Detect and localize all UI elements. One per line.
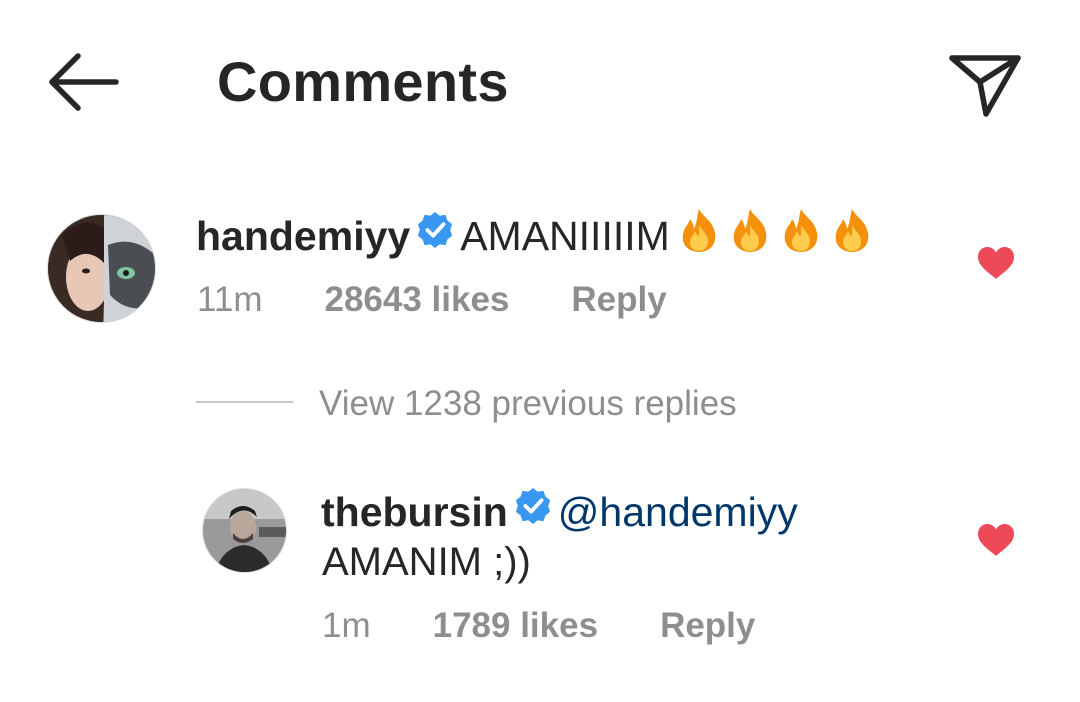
reply-likes[interactable]: 1789 likes: [433, 606, 598, 645]
divider: [196, 401, 293, 403]
reply-text: AMANIM ;)): [322, 540, 531, 584]
avatar[interactable]: [48, 215, 155, 322]
comment-text: AMANIIIIIM: [460, 212, 670, 259]
view-replies-label: View 1238 previous replies: [319, 384, 737, 423]
reply-time: 1m: [322, 606, 371, 645]
view-previous-replies[interactable]: View 1238 previous replies: [196, 382, 737, 426]
like-button[interactable]: [977, 523, 1015, 557]
fire-icon: [830, 207, 874, 263]
like-button[interactable]: [977, 246, 1015, 280]
back-button[interactable]: [44, 46, 124, 118]
share-button[interactable]: [946, 46, 1026, 120]
heart-icon: [978, 247, 1014, 279]
comment-time: 11m: [197, 280, 263, 319]
paper-plane-icon: [949, 55, 1021, 117]
reply-line: thebursin @handemiyy: [321, 488, 798, 539]
comment-username[interactable]: handemiyy: [196, 213, 410, 259]
heart-icon: [978, 524, 1014, 556]
reply-username[interactable]: thebursin: [321, 489, 508, 535]
reply-button[interactable]: Reply: [571, 280, 666, 319]
comment-meta: 11m 28643 likes Reply: [197, 280, 667, 320]
comment-likes[interactable]: 28643 likes: [325, 280, 510, 319]
arrow-left-icon: [49, 53, 119, 111]
fire-icon: [728, 207, 772, 263]
fire-icon: [779, 207, 823, 263]
verified-badge-icon: [416, 211, 454, 259]
reply-button[interactable]: Reply: [660, 606, 755, 645]
reply-meta: 1m 1789 likes Reply: [322, 606, 755, 646]
comment-line: handemiyy AMANIIIIIM: [196, 209, 874, 267]
verified-badge-icon: [514, 487, 552, 535]
mention-link[interactable]: @handemiyy: [558, 489, 798, 535]
top-bar: Comments: [0, 0, 1080, 165]
page-title: Comments: [217, 50, 509, 113]
fire-icon: [677, 207, 721, 263]
avatar[interactable]: [203, 489, 286, 572]
